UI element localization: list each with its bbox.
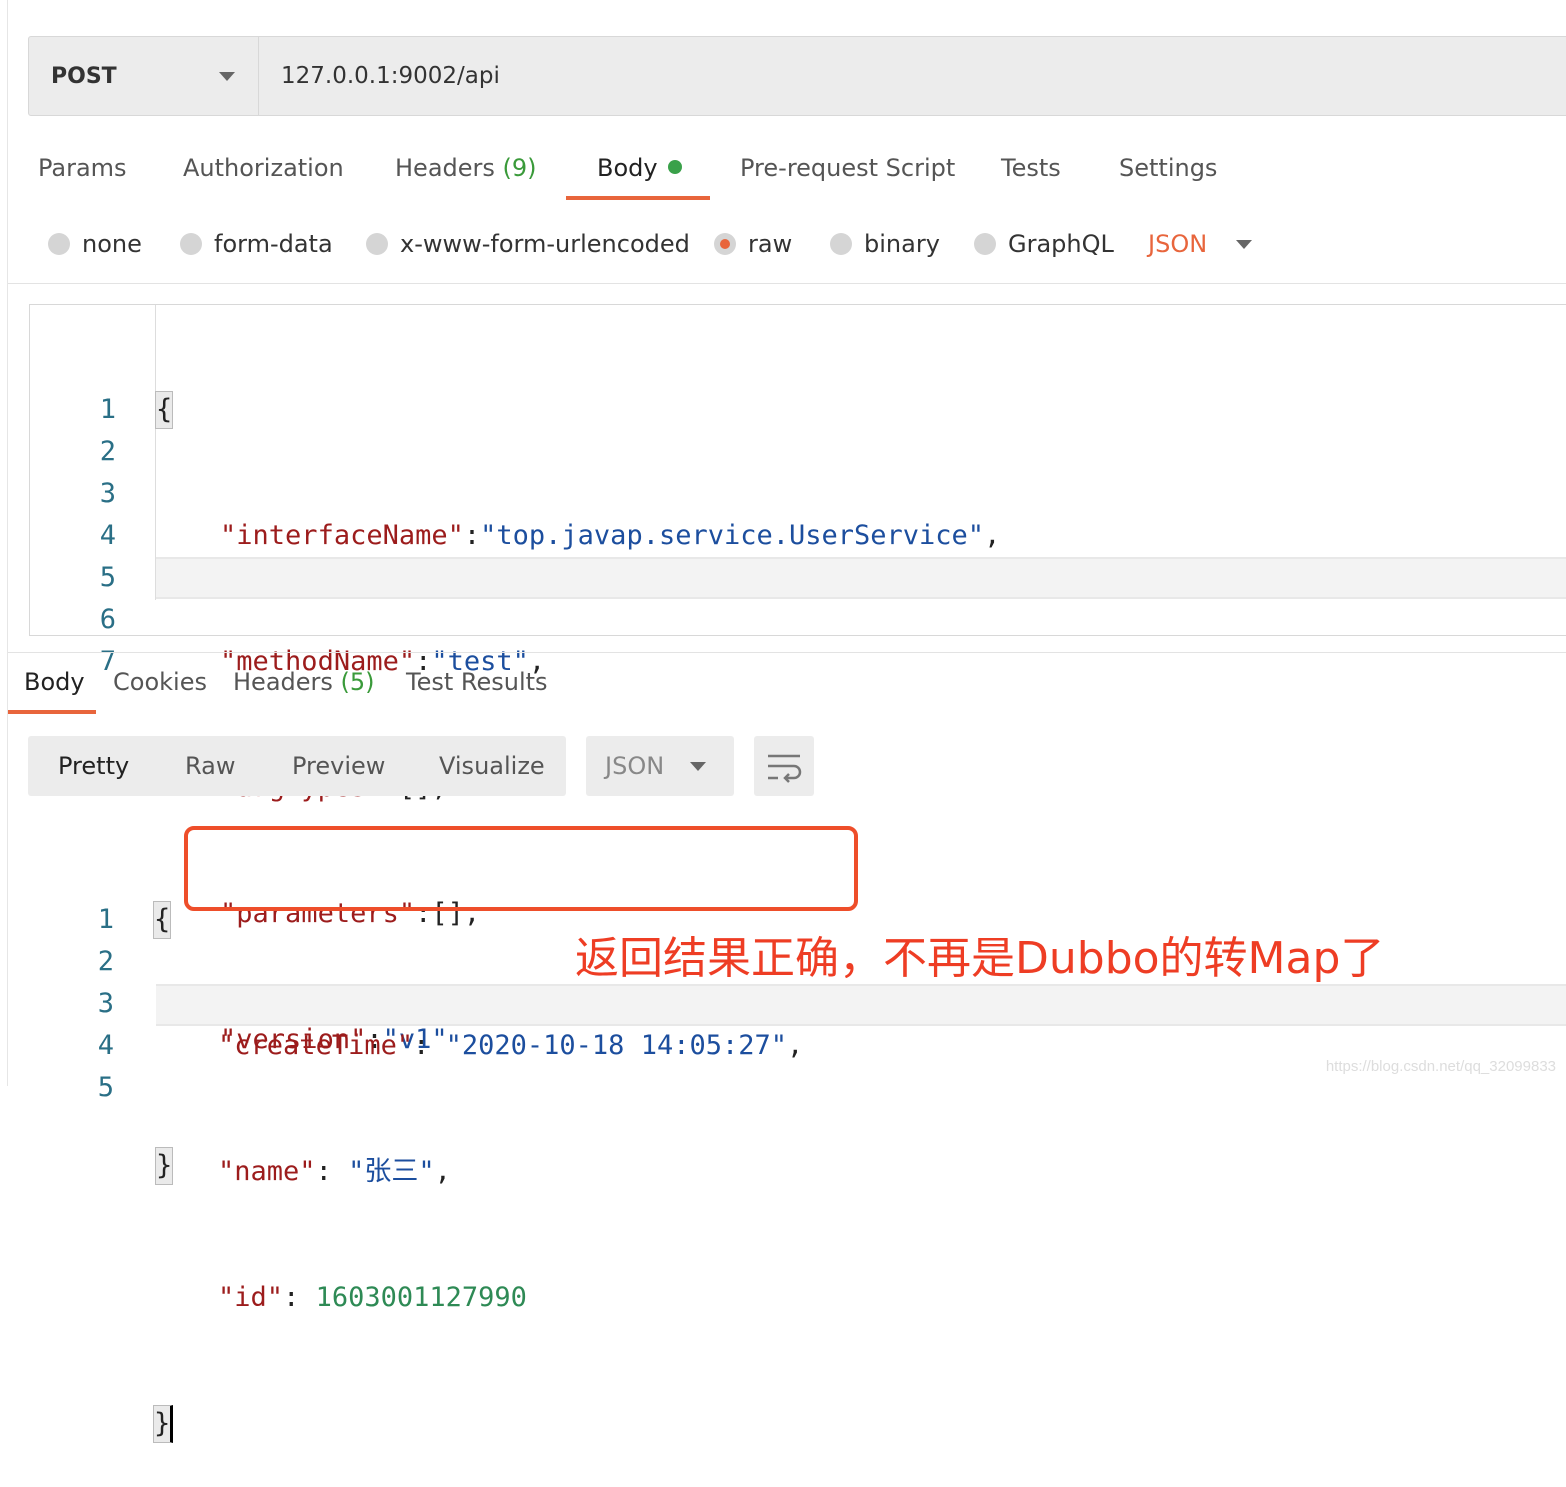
highlight-box (184, 826, 858, 911)
radio-none[interactable]: none (48, 230, 142, 258)
json-key: "interfaceName" (220, 520, 464, 551)
response-code: { "createTime": "2020-10-18 14:05:27", "… (153, 815, 803, 1487)
line-number: 4 (99, 520, 116, 551)
radio-label: GraphQL (1008, 230, 1114, 258)
divider (8, 652, 1566, 653)
url-bar: POST 127.0.0.1:9002/api (28, 36, 1566, 116)
headers-count: (9) (502, 154, 537, 182)
line-number: 3 (99, 478, 116, 509)
radio-icon (974, 233, 996, 255)
annotation-text: 返回结果正确，不再是Dubbo的转Map了 (575, 933, 1385, 984)
left-divider (7, 0, 8, 1086)
resp-tab-test-results[interactable]: Test Results (406, 668, 548, 696)
radio-label: x-www-form-urlencoded (400, 230, 690, 258)
line-number: 1 (99, 394, 116, 425)
view-pretty[interactable]: Pretty (58, 736, 129, 796)
comma: , (787, 1030, 804, 1061)
radio-icon (366, 233, 388, 255)
view-raw[interactable]: Raw (185, 736, 235, 796)
resp-tab-body[interactable]: Body (24, 668, 85, 696)
resp-tab-headers[interactable]: Headers (5) (233, 668, 375, 696)
tab-body[interactable]: Body (597, 154, 682, 182)
url-input[interactable]: 127.0.0.1:9002/api (281, 37, 500, 115)
radio-x-www-form-urlencoded[interactable]: x-www-form-urlencoded (366, 230, 690, 258)
chevron-down-icon (1236, 240, 1252, 249)
body-indicator-dot (667, 160, 682, 174)
tab-tests[interactable]: Tests (1001, 154, 1061, 182)
chevron-down-icon (690, 762, 706, 771)
resp-tab-cookies[interactable]: Cookies (113, 668, 207, 696)
radio-icon (180, 233, 202, 255)
raw-format-select[interactable]: JSON (1148, 230, 1252, 258)
chevron-down-icon (219, 72, 235, 81)
json-key: "name" (218, 1156, 316, 1187)
watermark: https://blog.csdn.net/qq_32099833 (1325, 1058, 1556, 1075)
response-format-select[interactable]: JSON (586, 736, 734, 796)
radio-selected-icon (714, 233, 736, 255)
line-numbers: 1 2 3 4 5 (24, 815, 114, 1151)
tab-label: Headers (233, 668, 333, 696)
line-number: 2 (99, 436, 116, 467)
tab-headers[interactable]: Headers (9) (395, 154, 537, 182)
active-tab-underline (566, 196, 710, 200)
radio-graphql[interactable]: GraphQL (974, 230, 1114, 258)
view-visualize[interactable]: Visualize (439, 736, 545, 796)
divider (8, 283, 1566, 284)
tab-label: Headers (395, 154, 495, 182)
radio-raw[interactable]: raw (714, 230, 792, 258)
json-value: "张三" (348, 1156, 435, 1187)
line-number: 3 (97, 988, 114, 1019)
wrap-icon (768, 754, 802, 783)
method-label: POST (51, 63, 117, 89)
line-number: 5 (99, 562, 116, 593)
comma: , (434, 1156, 451, 1187)
tab-settings[interactable]: Settings (1119, 154, 1217, 182)
radio-label: binary (864, 230, 940, 258)
json-key: "createTime" (218, 1030, 414, 1061)
radio-icon (48, 233, 70, 255)
method-select[interactable]: POST (29, 37, 259, 115)
tab-pre-request-script[interactable]: Pre-request Script (740, 154, 955, 182)
line-number: 5 (97, 1072, 114, 1103)
open-brace: { (155, 391, 174, 429)
view-preview[interactable]: Preview (292, 736, 385, 796)
format-label: JSON (605, 752, 665, 780)
active-tab-underline (8, 710, 96, 714)
line-number: 4 (97, 1030, 114, 1061)
view-mode-group: Pretty Raw Preview Visualize (28, 736, 566, 796)
json-value: "2020-10-18 14:05:27" (445, 1030, 787, 1061)
json-value: "top.javap.service.UserService" (480, 520, 985, 551)
radio-form-data[interactable]: form-data (180, 230, 333, 258)
json-value: 1603001127990 (315, 1282, 527, 1313)
line-number: 1 (97, 904, 114, 935)
tab-label: Body (597, 154, 658, 182)
close-brace: } (153, 1405, 174, 1443)
line-number: 2 (97, 946, 114, 977)
line-number: 6 (99, 604, 116, 635)
radio-label: none (82, 230, 142, 258)
radio-binary[interactable]: binary (830, 230, 940, 258)
radio-label: raw (748, 230, 793, 258)
format-label: JSON (1148, 230, 1208, 258)
wrap-lines-button[interactable] (754, 736, 814, 796)
tab-params[interactable]: Params (38, 154, 127, 182)
open-brace: { (153, 901, 172, 939)
line-numbers: 1234567 (26, 305, 116, 725)
comma: , (984, 520, 1001, 551)
radio-label: form-data (214, 230, 333, 258)
headers-count: (5) (340, 668, 375, 696)
radio-icon (830, 233, 852, 255)
tab-authorization[interactable]: Authorization (183, 154, 344, 182)
json-key: "id" (218, 1282, 284, 1313)
